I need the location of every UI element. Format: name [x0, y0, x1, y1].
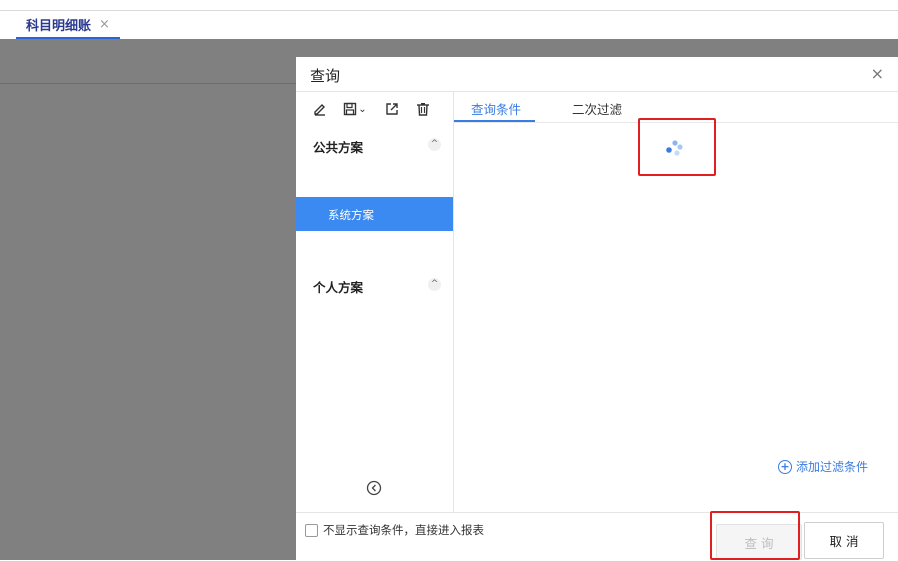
- dialog-footer: 不显示查询条件，直接进入报表 查 询 取 消: [296, 511, 898, 561]
- personal-scheme-header[interactable]: 个人方案 ^: [296, 198, 453, 295]
- overlay-divider: [0, 83, 296, 84]
- export-icon[interactable]: [384, 98, 400, 120]
- personal-scheme-label: 个人方案: [313, 280, 364, 295]
- tab-ledger-detail[interactable]: 科目明细账 ×: [16, 11, 120, 39]
- condition-pane: 查询条件 二次过滤 + 添加过滤条件: [454, 92, 898, 512]
- chevron-down-icon[interactable]: ⌄: [358, 104, 366, 115]
- tab-bar: 科目明细账 ×: [0, 11, 898, 39]
- skip-conditions-label: 不显示查询条件，直接进入报表: [323, 523, 484, 537]
- tab-close-icon[interactable]: ×: [99, 17, 110, 32]
- public-scheme-label: 公共方案: [313, 140, 364, 155]
- tab-secondary-filter[interactable]: 二次过滤: [572, 99, 622, 118]
- scheme-toolbar: ⌄: [296, 92, 453, 126]
- cancel-button[interactable]: 取 消: [804, 522, 884, 559]
- add-circle-icon: +: [778, 459, 792, 474]
- add-filter-button[interactable]: + 添加过滤条件: [778, 458, 868, 475]
- close-icon[interactable]: ×: [871, 64, 884, 83]
- chevron-up-icon[interactable]: ^: [428, 138, 441, 151]
- scheme-pane: ⌄ 公共方案 ^ 系统方案 个人方案 ^: [296, 92, 454, 512]
- query-dialog: 查询 × ⌄ 公共方案 ^ 系统方案 个人方案 ^ 查询条件 二次过滤 + 添加…: [296, 57, 898, 560]
- active-tab-indicator: [454, 120, 535, 122]
- skip-conditions-checkbox[interactable]: [305, 524, 318, 537]
- dialog-title: 查询: [310, 67, 341, 85]
- loading-spinner-icon: [666, 140, 683, 156]
- loading-spinner-highlight: [638, 118, 716, 176]
- save-icon[interactable]: ⌄: [342, 98, 368, 120]
- tab-label: 科目明细账: [26, 18, 92, 34]
- tab-query-conditions[interactable]: 查询条件: [471, 99, 521, 118]
- dialog-header: 查询 ×: [296, 57, 898, 92]
- public-scheme-header[interactable]: 公共方案 ^: [296, 128, 453, 162]
- top-bar: [0, 0, 898, 11]
- edit-icon[interactable]: [312, 98, 328, 120]
- delete-icon[interactable]: [415, 98, 431, 120]
- chevron-up-icon[interactable]: ^: [428, 278, 441, 291]
- add-filter-label: 添加过滤条件: [796, 460, 869, 474]
- query-button-highlight: [710, 511, 800, 560]
- collapse-left-icon[interactable]: [366, 480, 382, 496]
